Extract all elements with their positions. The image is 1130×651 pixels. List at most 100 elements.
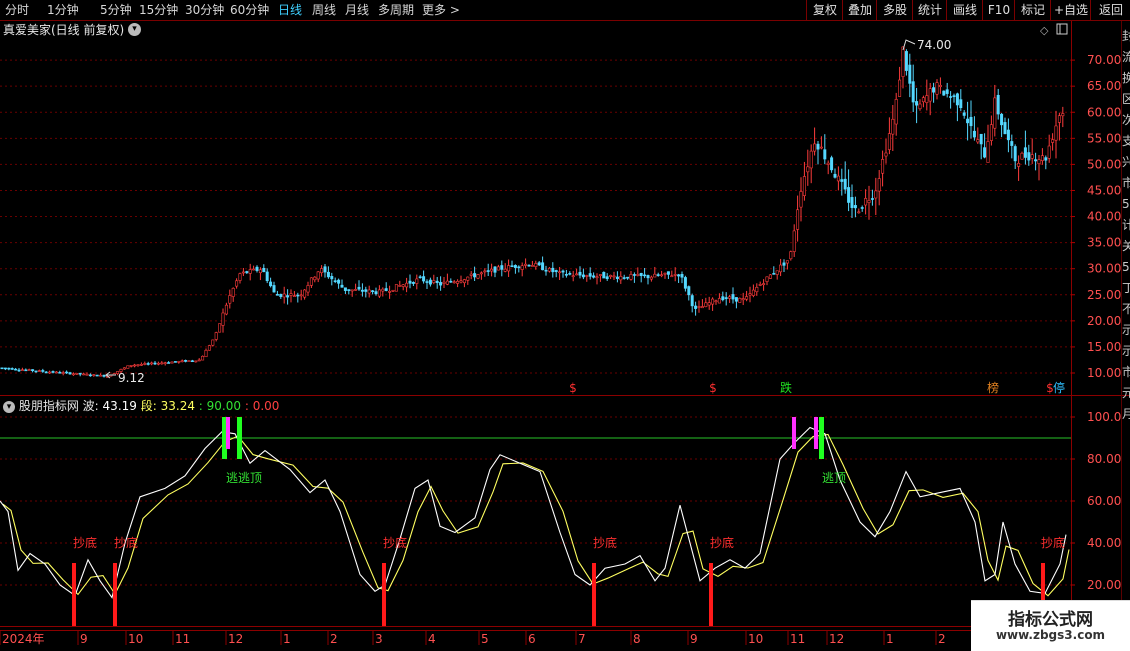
candle-body	[762, 284, 764, 285]
candle-body	[878, 179, 880, 191]
candle-body	[317, 272, 319, 279]
candle-body	[8, 368, 10, 369]
candle-body	[195, 361, 197, 362]
chart-canvas[interactable]: $$跌榜$停 70.0065.0060.0055.0050.0045.0040.…	[0, 0, 1130, 650]
sell-signal-bar	[819, 417, 824, 459]
candle-body	[674, 274, 676, 275]
candle-body	[215, 333, 217, 340]
candle-body	[786, 261, 788, 263]
candle-body	[565, 274, 567, 275]
candle-body	[521, 266, 523, 270]
candle-body	[286, 296, 288, 298]
candle-body	[52, 371, 54, 372]
candle-body	[626, 277, 628, 278]
candle-body	[926, 96, 928, 103]
candle-body	[293, 296, 295, 297]
indicator-axis: 100.080.0060.0040.0020.00	[1071, 410, 1121, 592]
candle-body	[603, 272, 605, 278]
candle-body	[133, 365, 135, 366]
price-tick-label: 20.00	[1087, 314, 1121, 328]
indicator-dropdown-icon[interactable]: ▾	[3, 401, 15, 413]
price-tick-label: 70.00	[1087, 53, 1121, 67]
candle-body	[1062, 114, 1064, 116]
buy-signal-label: 抄底	[593, 535, 617, 550]
wave-label: 波:	[83, 399, 99, 413]
price-axis: 70.0065.0060.0055.0050.0045.0040.0035.00…	[1071, 53, 1121, 380]
candle-body	[885, 153, 887, 156]
candle-body	[946, 90, 948, 94]
sell-signal-bar	[237, 417, 242, 459]
candle-body	[484, 271, 486, 272]
buy-signal-label: 抄底	[710, 535, 734, 550]
candle-body	[1017, 163, 1019, 166]
diamond-icon[interactable]: ◇	[1040, 24, 1049, 37]
candle-body	[854, 205, 856, 208]
candle-body	[504, 269, 506, 271]
candle-body	[531, 265, 533, 266]
candle-body	[671, 276, 673, 277]
candle-body	[150, 363, 152, 364]
candle-body	[592, 276, 594, 277]
time-label: 1	[886, 632, 894, 646]
time-label: 6	[528, 632, 536, 646]
candle-body	[562, 271, 564, 272]
indicator-tick-label: 60.00	[1087, 494, 1121, 508]
price-tick-label: 35.00	[1087, 236, 1121, 250]
candle-body	[773, 273, 775, 274]
candle-body	[973, 131, 975, 137]
indicator-name[interactable]: 股朋指标网	[19, 399, 79, 413]
time-label: 11	[790, 632, 805, 646]
candle-body	[541, 263, 543, 270]
candle-body	[436, 281, 438, 282]
candle-body	[1051, 140, 1053, 143]
candle-body	[412, 282, 414, 283]
candle-body	[1, 368, 3, 369]
watermark-title: 指标公式网	[971, 605, 1130, 630]
candle-body	[188, 361, 190, 362]
candle-body	[62, 373, 64, 374]
candle-body	[637, 274, 639, 275]
price-tick-label: 15.00	[1087, 340, 1121, 354]
candle-body	[640, 273, 642, 275]
candle-body	[803, 177, 805, 196]
candle-body	[980, 134, 982, 144]
candle-body	[664, 273, 666, 274]
candle-body	[711, 299, 713, 304]
candle-body	[208, 346, 210, 351]
candle-body	[38, 371, 40, 372]
side-panel-char: 市	[1122, 364, 1130, 379]
candle-body	[936, 83, 938, 95]
candle-body	[59, 372, 61, 373]
candle-body	[817, 144, 819, 149]
time-label: 11	[175, 632, 190, 646]
wave-line	[0, 428, 1066, 598]
time-label: 5	[481, 632, 489, 646]
candle-body	[249, 270, 251, 274]
candle-body	[718, 298, 720, 303]
price-grid	[0, 60, 1071, 373]
side-panel-char: 5	[1122, 260, 1130, 274]
candle-body	[497, 267, 499, 270]
candle-body	[167, 363, 169, 364]
candle-body	[171, 362, 173, 363]
candle-body	[1048, 146, 1050, 158]
candle-body	[745, 297, 747, 300]
candle-body	[528, 265, 530, 266]
candle-body	[297, 295, 299, 296]
window-icon[interactable]	[1057, 24, 1067, 34]
side-panel-char: 兴	[1122, 155, 1130, 169]
candle-body	[898, 80, 900, 97]
side-panel-char: 计	[1122, 218, 1130, 232]
candle-body	[919, 104, 921, 109]
candle-body	[137, 365, 139, 366]
candle-body	[895, 99, 897, 124]
candle-body	[518, 267, 520, 268]
candle-body	[388, 291, 390, 292]
candle-body	[174, 361, 176, 362]
candle-body	[579, 272, 581, 275]
candle-body	[453, 282, 455, 283]
wave-value: 43.19	[103, 399, 137, 413]
candle-body	[1055, 126, 1057, 140]
candle-body	[657, 275, 659, 276]
candle-body	[800, 191, 802, 207]
